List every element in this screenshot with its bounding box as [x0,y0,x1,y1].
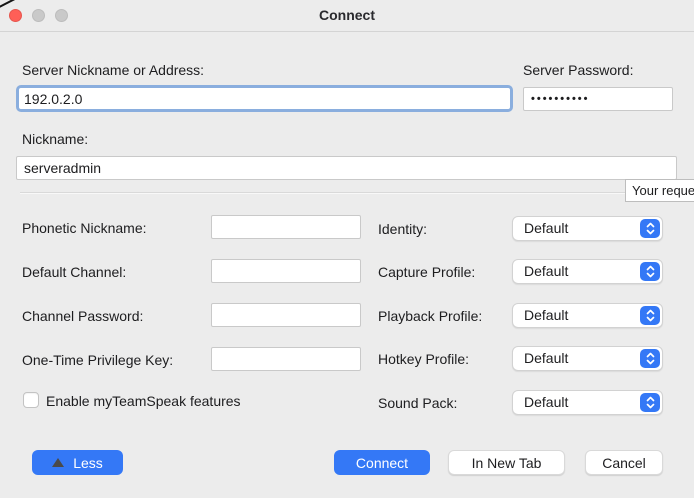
cancel-button[interactable]: Cancel [585,450,663,475]
connect-button[interactable]: Connect [334,450,430,475]
channel-password-input[interactable] [211,303,361,327]
default-channel-input[interactable] [211,259,361,283]
sound-pack-label: Sound Pack: [378,395,457,411]
privilege-key-label: One-Time Privilege Key: [22,352,173,368]
window-title: Connect [0,0,694,31]
channel-password-label: Channel Password: [22,308,143,324]
chevron-up-down-icon [640,306,660,325]
chevron-up-down-icon [640,349,660,368]
identity-dropdown[interactable]: Default [512,216,663,241]
privilege-key-input[interactable] [211,347,361,371]
connect-dialog: Connect Server Nickname or Address: Serv… [0,0,694,498]
phonetic-nickname-input[interactable] [211,215,361,239]
server-address-input[interactable] [16,85,513,112]
server-password-label: Server Password: [523,62,633,78]
nickname-label: Nickname: [22,131,88,147]
sound-pack-dropdown[interactable]: Default [512,390,663,415]
capture-profile-dropdown[interactable]: Default [512,259,663,284]
hotkey-profile-label: Hotkey Profile: [378,351,469,367]
playback-profile-dropdown[interactable]: Default [512,303,663,328]
chevron-up-down-icon [640,393,660,412]
title-bar: Connect [0,0,694,32]
default-channel-label: Default Channel: [22,264,126,280]
playback-profile-label: Playback Profile: [378,308,482,324]
server-address-label: Server Nickname or Address: [22,62,204,78]
phonetic-nickname-label: Phonetic Nickname: [22,220,147,236]
chevron-up-down-icon [640,219,660,238]
nickname-input[interactable] [16,156,677,180]
identity-label: Identity: [378,221,427,237]
chevron-up-down-icon [640,262,660,281]
capture-profile-label: Capture Profile: [378,264,475,280]
triangle-up-icon [52,458,64,467]
tooltip: Your reque [625,179,694,202]
in-new-tab-button[interactable]: In New Tab [448,450,565,475]
hotkey-profile-dropdown[interactable]: Default [512,346,663,371]
myteamspeak-checkbox-label: Enable myTeamSpeak features [46,393,241,409]
less-button[interactable]: Less [32,450,123,475]
myteamspeak-checkbox[interactable] [23,392,39,408]
server-password-input[interactable] [523,87,673,111]
section-divider [20,192,676,194]
